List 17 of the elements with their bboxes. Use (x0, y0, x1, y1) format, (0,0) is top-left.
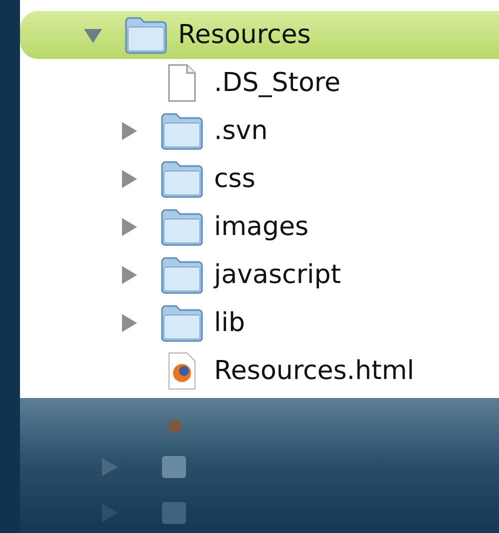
file-name: .svn (213, 116, 268, 146)
selected-row[interactable]: Resources (20, 11, 499, 59)
file-name: Resources.html (213, 356, 414, 386)
folder-icon (160, 256, 204, 294)
folder-icon (160, 208, 204, 246)
document-icon (167, 64, 197, 102)
file-name: Resources (177, 20, 311, 50)
folder-icon (124, 16, 168, 54)
file-name: javascript (212, 260, 341, 290)
file-name: css (213, 164, 256, 194)
folder-icon (160, 160, 204, 198)
folder-icon (160, 304, 204, 342)
html-file-icon (167, 352, 197, 390)
folder-icon (160, 112, 204, 150)
file-name: .DS_Store (213, 68, 341, 98)
file-name: images (213, 212, 309, 242)
file-name: lib (213, 308, 245, 338)
